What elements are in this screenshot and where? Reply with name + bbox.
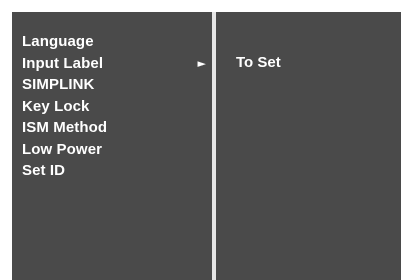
submenu-label: To Set	[236, 54, 281, 71]
option-menu: Language Input Label ► SIMPLINK Key Lock…	[22, 31, 212, 182]
menu-item-label: Input Label	[22, 54, 104, 72]
menu-item-set-id[interactable]: Set ID	[22, 160, 212, 182]
menu-item-ism-method[interactable]: ISM Method	[22, 117, 212, 139]
right-triangle-icon: ►	[197, 56, 206, 70]
menu-item-simplink[interactable]: SIMPLINK	[22, 74, 212, 96]
menu-item-label: Key Lock	[22, 97, 90, 115]
menu-item-language[interactable]: Language	[22, 31, 212, 53]
menu-item-key-lock[interactable]: Key Lock	[22, 96, 212, 118]
osd-screen: Language Input Label ► SIMPLINK Key Lock…	[0, 0, 401, 280]
menu-item-label: Language	[22, 33, 94, 50]
menu-item-label: Low Power	[22, 140, 103, 158]
menu-item-label: SIMPLINK	[22, 76, 95, 93]
menu-item-label: ISM Method	[22, 119, 108, 136]
menu-item-low-power[interactable]: Low Power	[22, 139, 212, 161]
menu-item-input-label[interactable]: Input Label ►	[22, 53, 212, 75]
submenu-option-to-set[interactable]: To Set	[236, 52, 281, 74]
menu-item-label: Set ID	[22, 162, 66, 179]
